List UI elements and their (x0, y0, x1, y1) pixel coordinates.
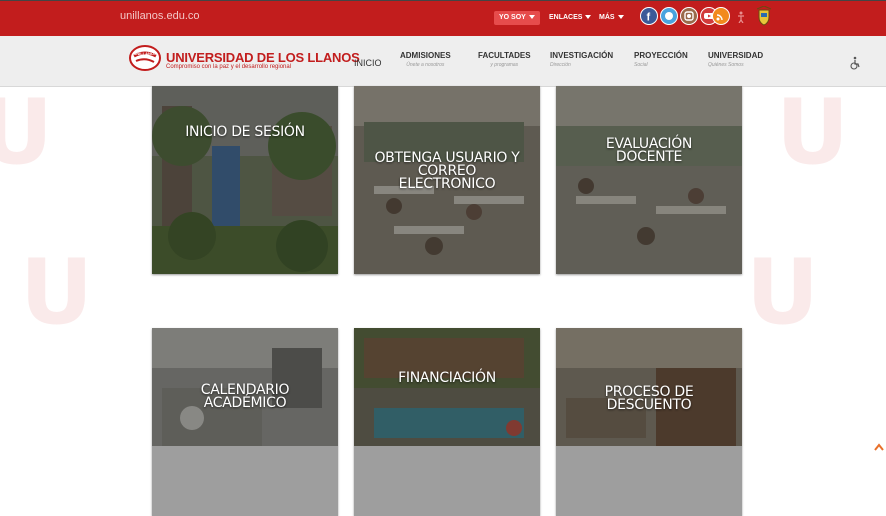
tile-label: INICIO DE SESIÓN (185, 124, 305, 140)
chevron-down-icon (528, 15, 535, 20)
nav-facultades-label: FACULTADES (478, 51, 531, 60)
tile-calendario-academico[interactable]: CALENDARIO ACADÉMICO (152, 328, 338, 516)
tile-evaluacion-docente[interactable]: EVALUACIÓN DOCENTE (556, 86, 742, 274)
nav-proyeccion-label: PROYECCIÓN (634, 51, 688, 60)
rss-icon[interactable] (712, 7, 730, 25)
logo-title[interactable]: UNIVERSIDAD DE LOS LLANOS (166, 50, 360, 65)
nav-universidad-label: UNIVERSIDAD (708, 51, 764, 60)
instagram-icon[interactable] (680, 7, 698, 25)
accessibility-icon[interactable] (736, 10, 746, 24)
nav-facultades-sub: y programas (490, 62, 519, 68)
nav-investigacion[interactable]: INVESTIGACIÓN Dirección (550, 51, 613, 68)
tile-proceso-descuento[interactable]: PROCESO DE DESCUENTO (556, 328, 742, 516)
nav-admisiones-label: ADMISIONES (400, 51, 451, 60)
tile-label: PROCESO DE DESCUENTO (604, 384, 694, 413)
nav-admisiones-sub: Únete a nosotros (406, 62, 445, 68)
nav-facultades[interactable]: FACULTADES y programas (478, 51, 531, 68)
nav-proyeccion-sub: Social (634, 62, 648, 68)
enlaces-label: ENLACES (549, 14, 583, 21)
tile-overlay (354, 328, 540, 516)
tile-financiacion[interactable]: FINANCIACIÓN (354, 328, 540, 516)
yo-soy-dropdown[interactable]: YO SOY (494, 11, 540, 25)
nav-investigacion-sub: Dirección (550, 62, 571, 68)
tile-label: EVALUACIÓN DOCENTE (605, 136, 693, 165)
coat-of-arms-icon[interactable] (756, 5, 772, 26)
tile-obtenga-usuario[interactable]: OBTENGA USUARIO Y CORREO ELECTRONICO (354, 86, 540, 274)
logo-subtitle: Compromiso con la paz y el desarrollo re… (166, 64, 292, 70)
top-bar: unillanos.edu.co YO SOY ENLACES MÁS f (0, 0, 886, 36)
nav-proyeccion[interactable]: PROYECCIÓN Social (634, 51, 688, 68)
svg-text:f: f (647, 12, 651, 24)
chevron-down-icon (617, 15, 624, 20)
nav-admisiones[interactable]: ADMISIONES Únete a nosotros (400, 51, 451, 68)
nav-universidad-sub: Quiénes Somos (708, 62, 744, 68)
tile-label: FINANCIACIÓN (398, 370, 496, 386)
nav-investigacion-label: INVESTIGACIÓN (550, 51, 614, 60)
tile-overlay (152, 86, 338, 274)
wheelchair-icon[interactable] (848, 56, 862, 70)
tile-overlay (152, 328, 338, 516)
background-watermark-left: U U (0, 80, 94, 345)
tile-label: CALENDARIO ACADÉMICO (200, 382, 290, 411)
tile-label: OBTENGA USUARIO Y CORREO ELECTRONICO (374, 150, 520, 192)
scroll-up-icon[interactable] (874, 438, 884, 451)
facebook-icon[interactable]: f (640, 7, 658, 25)
yo-soy-label: YO SOY (499, 14, 526, 21)
tile-inicio-sesion[interactable]: INICIO DE SESIÓN (152, 86, 338, 274)
background-watermark-right: U U (746, 80, 850, 345)
chevron-down-icon (585, 15, 592, 20)
nav-universidad[interactable]: UNIVERSIDAD Quiénes Somos (708, 51, 763, 68)
tile-overlay (556, 328, 742, 516)
site-domain[interactable]: unillanos.edu.co (120, 10, 200, 22)
mas-label: MÁS (599, 14, 615, 21)
mas-dropdown[interactable]: MÁS (594, 11, 629, 25)
nav-inicio[interactable]: INICIO (354, 58, 382, 68)
twitter-icon[interactable] (660, 7, 678, 25)
logo-badge: UNILLANOS (133, 51, 157, 56)
main-header: UNILLANOS UNIVERSIDAD DE LOS LLANOS Comp… (0, 36, 886, 87)
university-logo[interactable]: UNILLANOS (128, 44, 162, 72)
tile-overlay (556, 86, 742, 274)
enlaces-dropdown[interactable]: ENLACES (544, 11, 596, 25)
